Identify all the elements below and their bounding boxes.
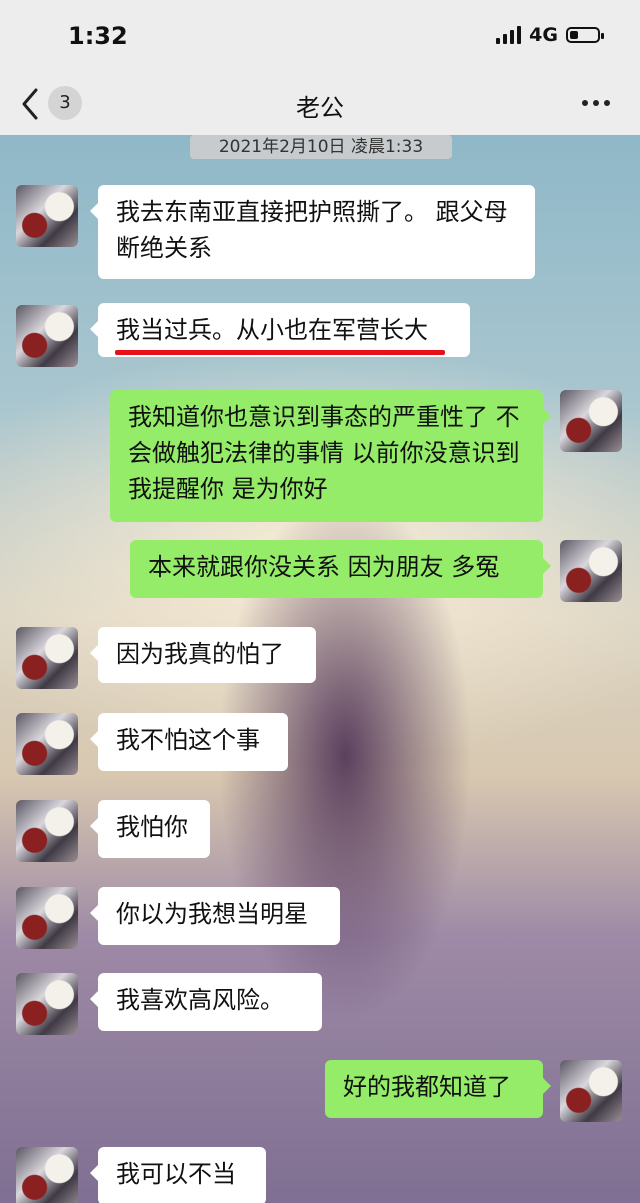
my-avatar[interactable] [560, 390, 622, 452]
message-bubble-incoming[interactable]: 我怕你 [90, 800, 210, 858]
message-bubble-incoming[interactable]: 因为我真的怕了 [90, 627, 316, 683]
highlight-underline [115, 350, 445, 355]
status-time: 1:32 [68, 22, 128, 50]
message-timestamp: 2021年2月10日 凌晨1:33 [190, 135, 452, 159]
battery-icon [566, 27, 604, 43]
message-bubble-incoming[interactable]: 我不怕这个事 [90, 713, 288, 771]
message-bubble-incoming[interactable]: 我喜欢高风险。 [90, 973, 322, 1031]
my-avatar[interactable] [560, 1060, 622, 1122]
contact-avatar[interactable] [16, 627, 78, 689]
message-bubble-incoming[interactable]: 我去东南亚直接把护照撕了。 跟父母断绝关系 [90, 185, 535, 279]
contact-avatar[interactable] [16, 305, 78, 367]
status-icons: 4G [496, 24, 604, 46]
signal-icon [496, 26, 522, 44]
contact-avatar[interactable] [16, 887, 78, 949]
chat-title: 老公 [296, 94, 344, 122]
message-bubble-incoming[interactable]: 我当过兵。从小也在军营长大 [90, 303, 470, 357]
top-bar: 1:32 4G 3 老公 [0, 0, 640, 135]
network-type: 4G [529, 24, 558, 46]
contact-avatar[interactable] [16, 185, 78, 247]
message-bubble-outgoing[interactable]: 好的我都知道了 [325, 1060, 551, 1118]
contact-avatar[interactable] [16, 800, 78, 862]
contact-avatar[interactable] [16, 973, 78, 1035]
my-avatar[interactable] [560, 540, 622, 602]
message-bubble-outgoing[interactable]: 本来就跟你没关系 因为朋友 多冤 [130, 540, 551, 598]
message-bubble-incoming[interactable]: 我可以不当 [90, 1147, 266, 1203]
message-bubble-outgoing[interactable]: 我知道你也意识到事态的严重性了 不会做触犯法律的事情 以前你没意识到 我提醒你 … [110, 390, 551, 522]
more-icon[interactable] [582, 100, 610, 106]
contact-avatar[interactable] [16, 1147, 78, 1203]
message-bubble-incoming[interactable]: 你以为我想当明星 [90, 887, 340, 945]
chat-area[interactable]: 2021年2月10日 凌晨1:33 我去东南亚直接把护照撕了。 跟父母断绝关系 … [0, 135, 640, 1203]
contact-avatar[interactable] [16, 713, 78, 775]
